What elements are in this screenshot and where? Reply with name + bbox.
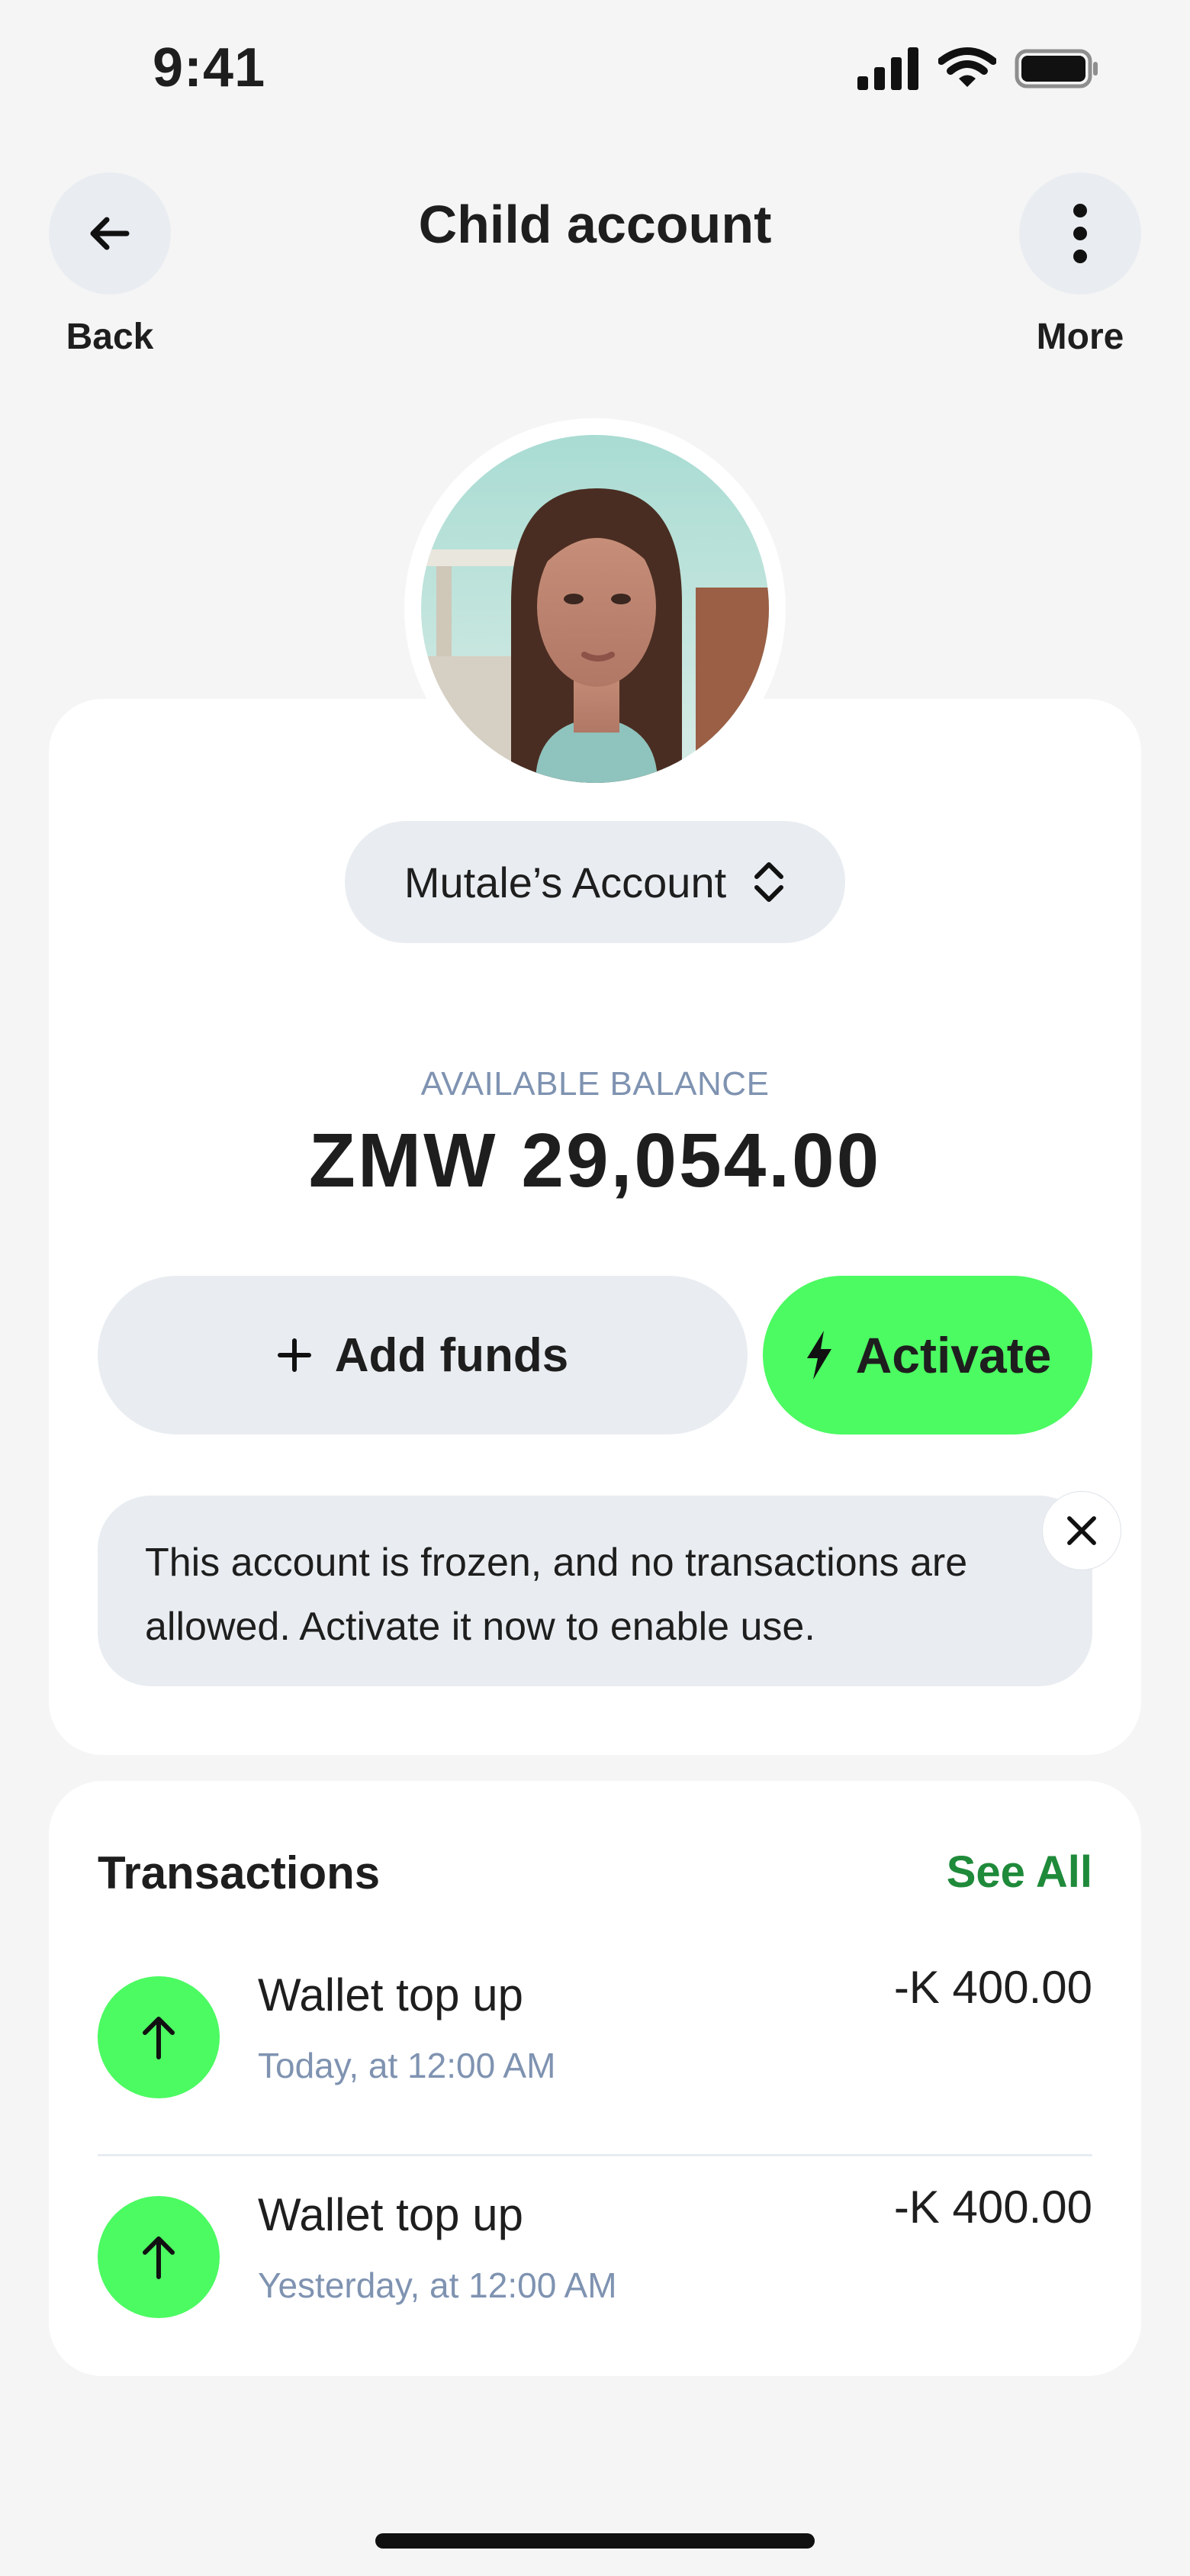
signal-icon bbox=[857, 47, 918, 90]
account-card: Mutale’s Account AVAILABLE BALANCE ZMW 2… bbox=[49, 699, 1141, 1755]
status-bar: 9:41 bbox=[0, 0, 1190, 137]
close-icon bbox=[1067, 1516, 1096, 1545]
wifi-icon bbox=[938, 47, 996, 87]
activate-button[interactable]: Activate bbox=[763, 1276, 1092, 1435]
plus-icon bbox=[277, 1338, 311, 1372]
status-icons bbox=[857, 47, 1100, 90]
activate-label: Activate bbox=[855, 1327, 1052, 1383]
balance-label: AVAILABLE BALANCE bbox=[420, 1065, 770, 1103]
transaction-amount: -K 400.00 bbox=[893, 2182, 1092, 2233]
more-vertical-icon bbox=[1073, 204, 1087, 263]
profile-photo bbox=[421, 435, 769, 783]
chevron-up-down-icon bbox=[754, 862, 784, 902]
transaction-name: Wallet top up bbox=[258, 1969, 523, 2021]
more-button[interactable] bbox=[1019, 172, 1141, 295]
account-name: Mutale’s Account bbox=[404, 858, 727, 906]
transaction-divider bbox=[98, 2154, 1092, 2156]
transaction-name: Wallet top up bbox=[258, 2189, 523, 2240]
phone-screen: 9:41 Back Child account More Mutale’s Ac… bbox=[0, 0, 1190, 2576]
home-indicator[interactable] bbox=[375, 2533, 815, 2549]
more-label[interactable]: More bbox=[1004, 316, 1156, 358]
transactions-card: Transactions See All Wallet top up Today… bbox=[49, 1781, 1141, 2376]
add-funds-label: Add funds bbox=[334, 1328, 569, 1382]
notice-text: This account is frozen, and no transacti… bbox=[145, 1541, 968, 1649]
transaction-date: Today, at 12:00 AM bbox=[258, 2046, 556, 2085]
transaction-row[interactable]: Wallet top up Yesterday, at 12:00 AM -K … bbox=[98, 2182, 1092, 2364]
avatar-ring bbox=[404, 418, 786, 800]
back-label[interactable]: Back bbox=[34, 316, 186, 358]
back-button[interactable] bbox=[49, 172, 171, 295]
frozen-notice: This account is frozen, and no transacti… bbox=[98, 1496, 1092, 1686]
status-time: 9:41 bbox=[153, 37, 266, 98]
see-all-link[interactable]: See All bbox=[947, 1847, 1092, 1898]
arrow-up-icon bbox=[143, 2017, 175, 2059]
transaction-icon bbox=[98, 2196, 220, 2318]
transactions-title: Transactions bbox=[98, 1847, 381, 1898]
transaction-icon bbox=[98, 1976, 220, 2098]
page-title: Child account bbox=[418, 195, 772, 254]
battery-icon bbox=[1015, 49, 1098, 89]
close-notice-button[interactable] bbox=[1043, 1492, 1121, 1570]
avatar[interactable] bbox=[421, 435, 769, 783]
arrow-left-icon bbox=[90, 217, 130, 250]
transaction-row[interactable]: Wallet top up Today, at 12:00 AM -K 400.… bbox=[98, 1962, 1092, 2144]
transaction-date: Yesterday, at 12:00 AM bbox=[258, 2265, 617, 2305]
transaction-amount: -K 400.00 bbox=[893, 1962, 1092, 2013]
arrow-up-icon bbox=[143, 2236, 175, 2279]
account-switcher[interactable]: Mutale’s Account bbox=[345, 821, 845, 943]
lightning-icon bbox=[806, 1331, 831, 1380]
add-funds-button[interactable]: Add funds bbox=[98, 1276, 748, 1435]
balance-amount: ZMW 29,054.00 bbox=[308, 1118, 882, 1203]
